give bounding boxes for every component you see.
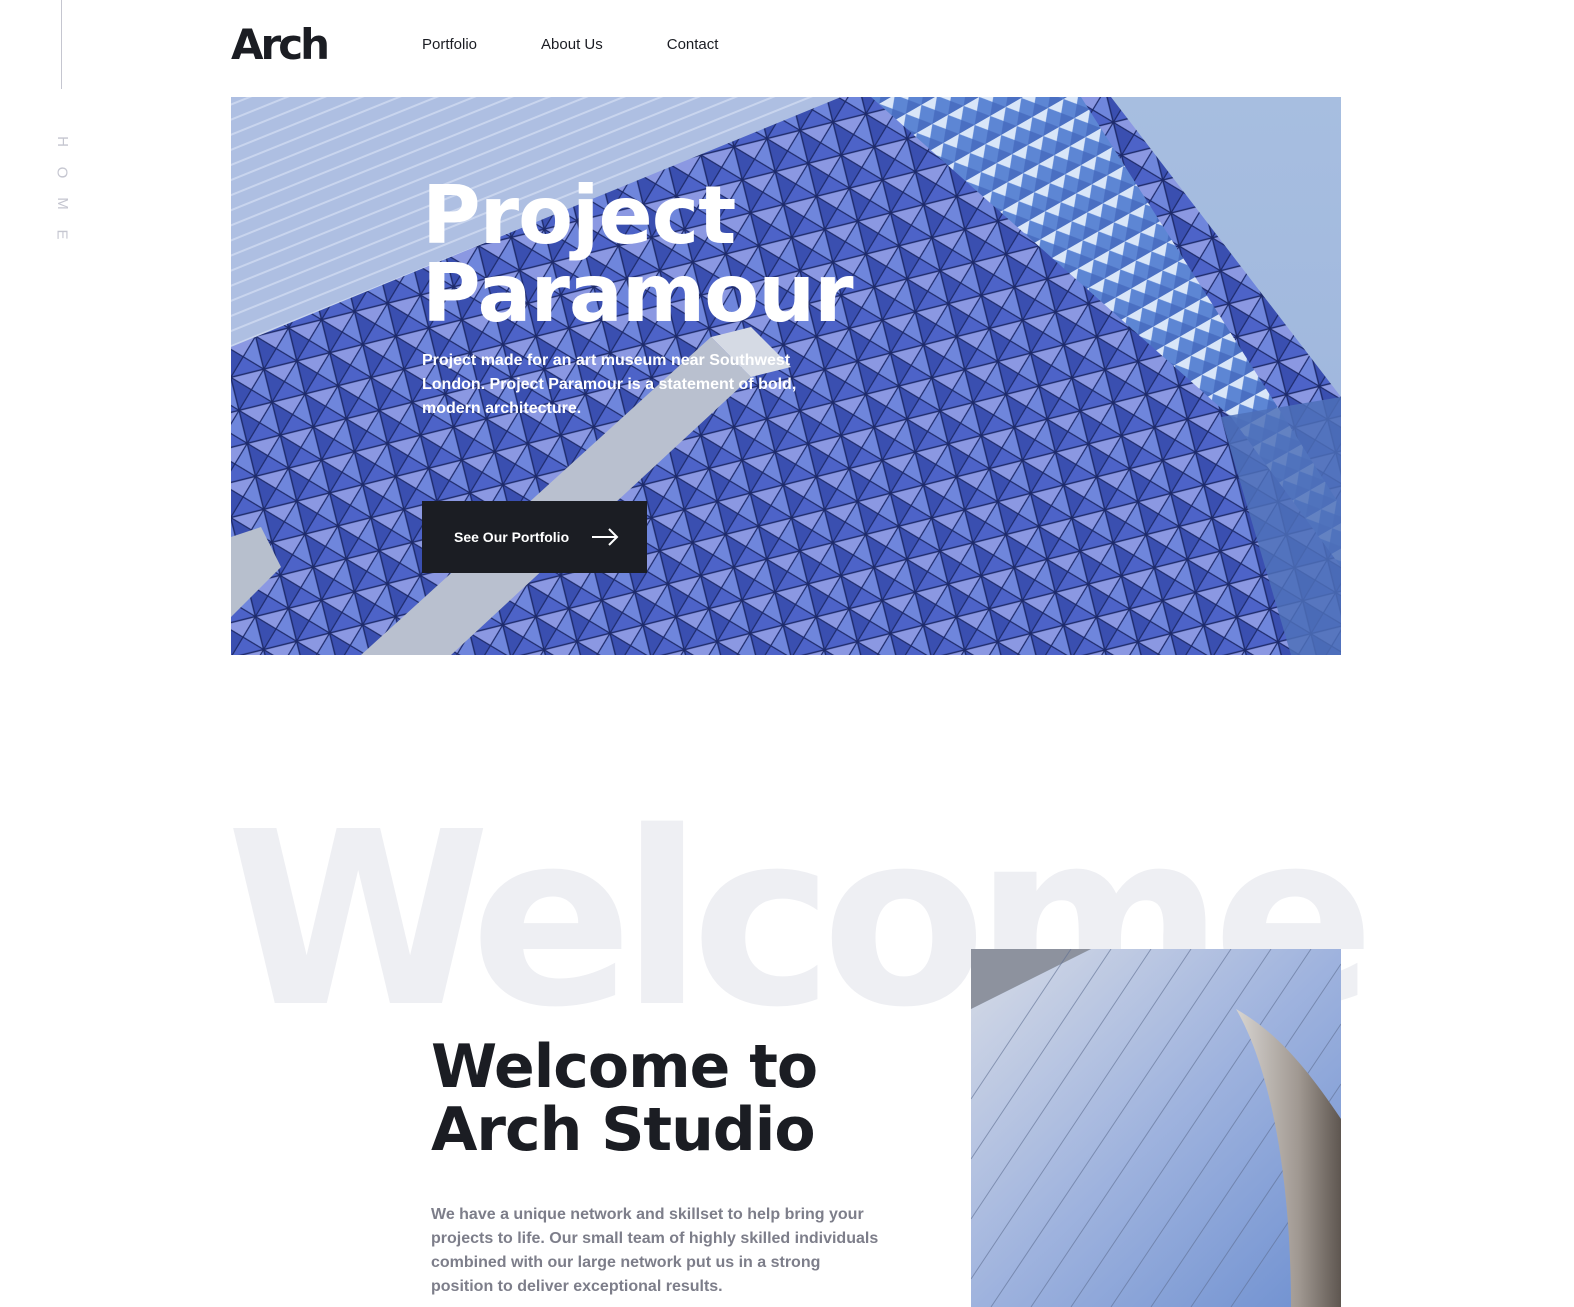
logo[interactable]: Arch [231,20,330,70]
arrow-right-icon [592,528,619,546]
page-indicator-letter: H [53,136,71,147]
hero-title-line: Paramour [422,247,854,340]
hero-title-line: Project [422,169,736,262]
nav-portfolio-link[interactable]: Portfolio [422,36,477,54]
main-nav: Portfolio About Us Contact [422,36,718,54]
nav-about-link[interactable]: About Us [541,36,603,54]
page-indicator-letter: E [53,229,71,240]
welcome-building-image [971,949,1341,1307]
page-indicator-letter: M [53,197,71,210]
page-indicator: H O M E [48,130,76,246]
side-rail-line [61,0,62,89]
hero-title: Project Paramour [422,169,854,340]
hero-description: Project made for an art museum near Sout… [422,352,797,417]
see-portfolio-button[interactable]: See Our Portfolio [422,501,647,573]
welcome-title-line: Arch Studio [431,1095,816,1165]
welcome-title-line: Welcome to [431,1032,818,1102]
welcome-title: Welcome to Arch Studio [431,1032,818,1165]
nav-contact-link[interactable]: Contact [667,36,719,54]
page-indicator-letter: O [53,166,71,179]
welcome-body-text: We have a unique network and skillset to… [431,1206,879,1295]
see-portfolio-button-label: See Our Portfolio [454,529,570,545]
hero-section: Project Paramour Project made for an art… [231,97,1341,655]
